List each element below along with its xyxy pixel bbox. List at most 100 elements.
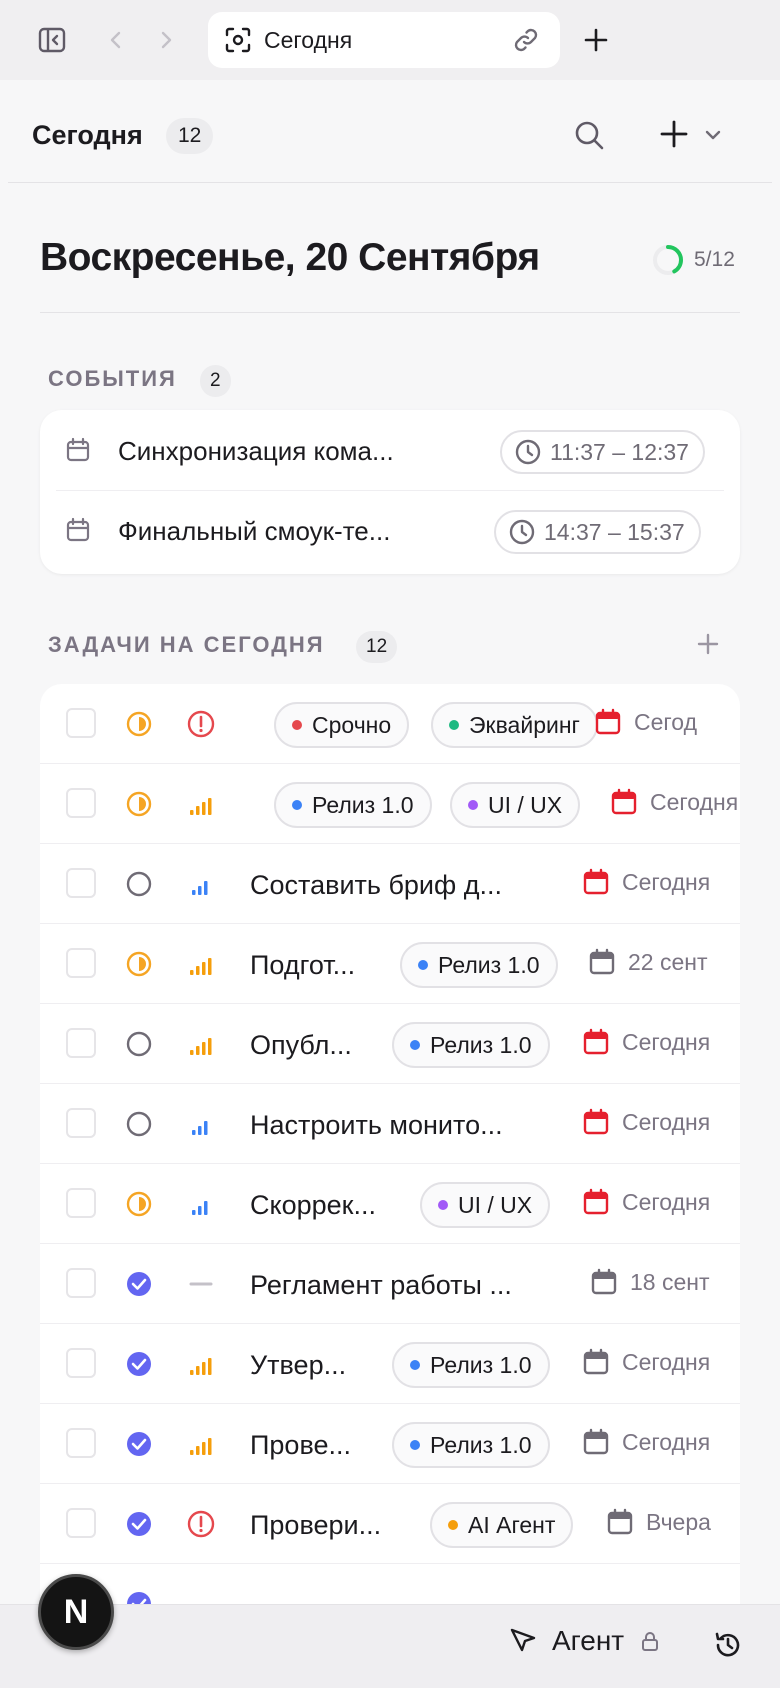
back-icon[interactable] <box>94 18 138 62</box>
lock-icon <box>642 1632 659 1651</box>
priority-low-icon[interactable] <box>186 1189 216 1219</box>
browser-toolbar: Сегодня <box>0 0 780 80</box>
task-checkbox[interactable] <box>66 1108 96 1138</box>
tag-pill[interactable]: Срочно <box>274 702 410 748</box>
task-row[interactable]: Настроить монито... Сегодня <box>40 1084 740 1164</box>
tag-pill[interactable]: Релиз 1.0 <box>392 1022 550 1068</box>
due-date[interactable]: Сегод <box>594 708 697 736</box>
calendar-icon <box>582 868 610 896</box>
chevron-down-icon[interactable] <box>702 124 724 151</box>
due-date[interactable]: Сегодня <box>582 1108 710 1136</box>
task-checkbox[interactable] <box>66 708 96 738</box>
status-done-icon[interactable] <box>124 1269 154 1299</box>
new-tab-icon[interactable] <box>574 18 618 62</box>
tag-pill[interactable]: Эквайринг <box>431 702 598 748</box>
sidebar-toggle-icon[interactable] <box>30 18 74 62</box>
event-row[interactable]: Финальный смоук-те... 14:37 – 15:37 <box>40 490 740 570</box>
clock-icon <box>509 519 535 545</box>
task-row[interactable] <box>40 1564 740 1604</box>
priority-high-icon[interactable] <box>186 789 216 819</box>
tab-today[interactable]: Сегодня <box>208 12 560 68</box>
priority-urgent-icon[interactable] <box>186 1509 216 1539</box>
history-icon[interactable] <box>712 1629 744 1666</box>
due-date[interactable]: Сегодня <box>610 788 738 816</box>
app-logo-button[interactable]: N <box>38 1574 114 1650</box>
search-icon[interactable] <box>572 118 606 157</box>
add-icon[interactable] <box>658 118 690 155</box>
due-date[interactable]: Сегодня <box>582 1428 710 1456</box>
due-date[interactable]: Сегодня <box>582 868 710 896</box>
task-row[interactable]: Провери... AI Агент Вчера <box>40 1484 740 1564</box>
task-checkbox[interactable] <box>66 1508 96 1538</box>
status-done-icon[interactable] <box>124 1589 154 1604</box>
task-row[interactable]: Релиз 1.0 UI / UX Сегодня <box>40 764 740 844</box>
task-checkbox[interactable] <box>66 1188 96 1218</box>
priority-high-icon[interactable] <box>186 1029 216 1059</box>
task-title: Регламент работы ... <box>250 1270 512 1300</box>
tag-pill[interactable]: UI / UX <box>420 1182 551 1228</box>
task-row[interactable]: Составить бриф д... Сегодня <box>40 844 740 924</box>
status-done-icon[interactable] <box>124 1349 154 1379</box>
task-checkbox[interactable] <box>66 1428 96 1458</box>
task-row[interactable]: Подгот... Релиз 1.0 22 сент <box>40 924 740 1004</box>
tag-pill[interactable]: Релиз 1.0 <box>274 782 432 828</box>
task-checkbox[interactable] <box>66 868 96 898</box>
due-date[interactable]: 18 сент <box>590 1268 710 1296</box>
tag-color-dot <box>292 720 302 730</box>
agent-label: Агент <box>552 1625 625 1656</box>
status-todo-icon[interactable] <box>124 1029 154 1059</box>
task-row[interactable]: Срочно Эквайринг Сегод <box>40 684 740 764</box>
status-in-progress-icon[interactable] <box>124 789 154 819</box>
task-checkbox[interactable] <box>66 1028 96 1058</box>
task-row[interactable]: Опубл... Релиз 1.0 Сегодня <box>40 1004 740 1084</box>
task-checkbox[interactable] <box>66 948 96 978</box>
tag-pill[interactable]: Релиз 1.0 <box>400 942 558 988</box>
status-done-icon[interactable] <box>124 1429 154 1459</box>
task-row[interactable]: Прове... Релиз 1.0 Сегодня <box>40 1404 740 1484</box>
task-title: Опубл... <box>250 1030 352 1060</box>
tag-label: Релиз 1.0 <box>430 1031 532 1058</box>
status-todo-icon[interactable] <box>124 869 154 899</box>
status-in-progress-icon[interactable] <box>124 949 154 979</box>
status-done-icon[interactable] <box>124 1509 154 1539</box>
priority-urgent-icon[interactable] <box>186 709 216 739</box>
due-date[interactable]: Сегодня <box>582 1188 710 1216</box>
due-date-label: Сегодня <box>622 1428 711 1455</box>
priority-high-icon[interactable] <box>186 1349 216 1379</box>
tag-pill[interactable]: Релиз 1.0 <box>392 1422 550 1468</box>
tag-pill[interactable]: Релиз 1.0 <box>392 1342 550 1388</box>
task-checkbox[interactable] <box>66 1348 96 1378</box>
event-time-pill: 11:37 – 12:37 <box>500 430 705 474</box>
add-task-icon[interactable] <box>694 630 722 663</box>
status-todo-icon[interactable] <box>124 1109 154 1139</box>
tag-pill[interactable]: AI Агент <box>430 1502 574 1548</box>
tag-pill[interactable]: UI / UX <box>450 782 581 828</box>
task-row[interactable]: Утвер... Релиз 1.0 Сегодня <box>40 1324 740 1404</box>
due-date-label: Сегодня <box>622 1188 711 1215</box>
due-date[interactable]: Вчера <box>606 1508 711 1536</box>
link-icon[interactable] <box>512 26 540 59</box>
priority-high-icon[interactable] <box>186 949 216 979</box>
status-in-progress-icon[interactable] <box>124 1189 154 1219</box>
priority-low-icon[interactable] <box>186 869 216 899</box>
due-date[interactable]: Сегодня <box>582 1028 710 1056</box>
due-date[interactable]: 22 сент <box>588 948 708 976</box>
tasks-card: Срочно Эквайринг Сегод Релиз 1.0 UI / UX Сего… <box>40 684 740 1604</box>
priority-low-icon[interactable] <box>186 1109 216 1139</box>
task-checkbox[interactable] <box>66 788 96 818</box>
tag-color-dot <box>438 1200 448 1210</box>
event-row[interactable]: Синхронизация кома... 11:37 – 12:37 <box>40 410 740 490</box>
task-row[interactable]: Скоррек... UI / UX Сегодня <box>40 1164 740 1244</box>
priority-none-icon[interactable] <box>186 1269 216 1299</box>
due-date[interactable]: Сегодня <box>582 1348 710 1376</box>
forward-icon[interactable] <box>144 18 188 62</box>
due-date-label: Сегодня <box>622 1348 711 1375</box>
task-checkbox[interactable] <box>66 1268 96 1298</box>
status-in-progress-icon[interactable] <box>124 709 154 739</box>
agent-button[interactable]: Агент <box>508 1625 662 1657</box>
tag-color-dot <box>468 800 478 810</box>
task-row[interactable]: Регламент работы ... 18 сент <box>40 1244 740 1324</box>
event-time: 11:37 – 12:37 <box>550 438 689 465</box>
priority-high-icon[interactable] <box>186 1429 216 1459</box>
tag-label: UI / UX <box>488 791 563 818</box>
